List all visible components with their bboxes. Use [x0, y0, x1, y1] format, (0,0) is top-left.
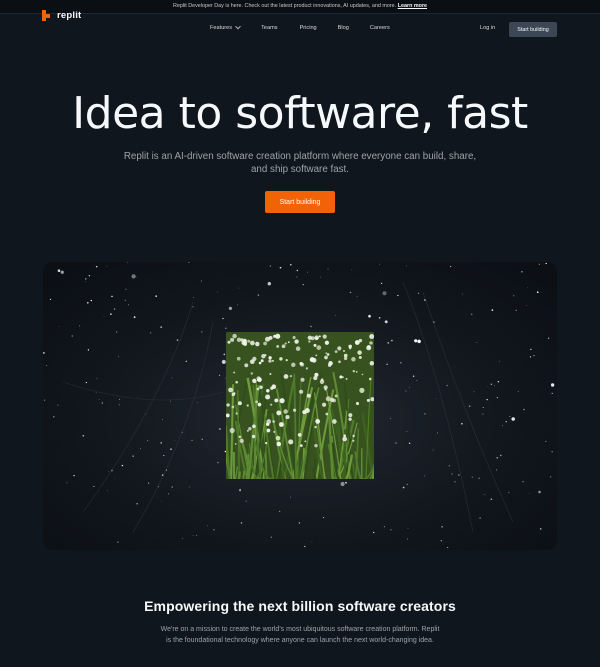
mission-body: We're on a mission to create the world's…	[160, 626, 440, 645]
nav-start-building-button[interactable]: Start building	[509, 22, 557, 37]
replit-logo[interactable]: replit	[42, 10, 81, 21]
mission-title: Empowering the next billion software cre…	[144, 598, 456, 614]
nav-item-label: Teams	[261, 25, 278, 31]
hero-start-building-button[interactable]: Start building	[265, 191, 335, 213]
hero-subtitle: Replit is an AI-driven software creation…	[123, 151, 477, 175]
nav-item-careers[interactable]: Careers	[370, 25, 390, 31]
flower-field-image	[226, 332, 374, 479]
nav-item-label: Features	[210, 25, 233, 31]
replit-wordmark: replit	[57, 10, 82, 21]
replit-logo-icon	[42, 10, 53, 21]
hero-title: Idea to software, fast	[72, 88, 528, 139]
announcement-bar: Replit Developer Day is here. Check out …	[0, 0, 600, 14]
chevron-down-icon	[235, 23, 241, 30]
nav-item-teams[interactable]: Teams	[261, 25, 277, 31]
nav-item-label: Blog	[337, 25, 349, 31]
announcement-text: Replit Developer Day is here. Check out …	[172, 3, 397, 9]
nav-item-pricing[interactable]: Pricing	[300, 25, 317, 31]
nav-item-label: Careers	[369, 25, 390, 31]
nav-item-features[interactable]: Features	[210, 23, 241, 31]
flower-image-graphic	[226, 332, 374, 479]
log-in-link[interactable]: Log in	[480, 25, 495, 31]
nav-item-label: Pricing	[299, 25, 317, 31]
nav-item-blog[interactable]: Blog	[338, 25, 349, 31]
learn-more-link[interactable]: Learn more	[398, 3, 427, 9]
nav-links: Features Teams Pricing Blog Careers	[208, 23, 390, 31]
